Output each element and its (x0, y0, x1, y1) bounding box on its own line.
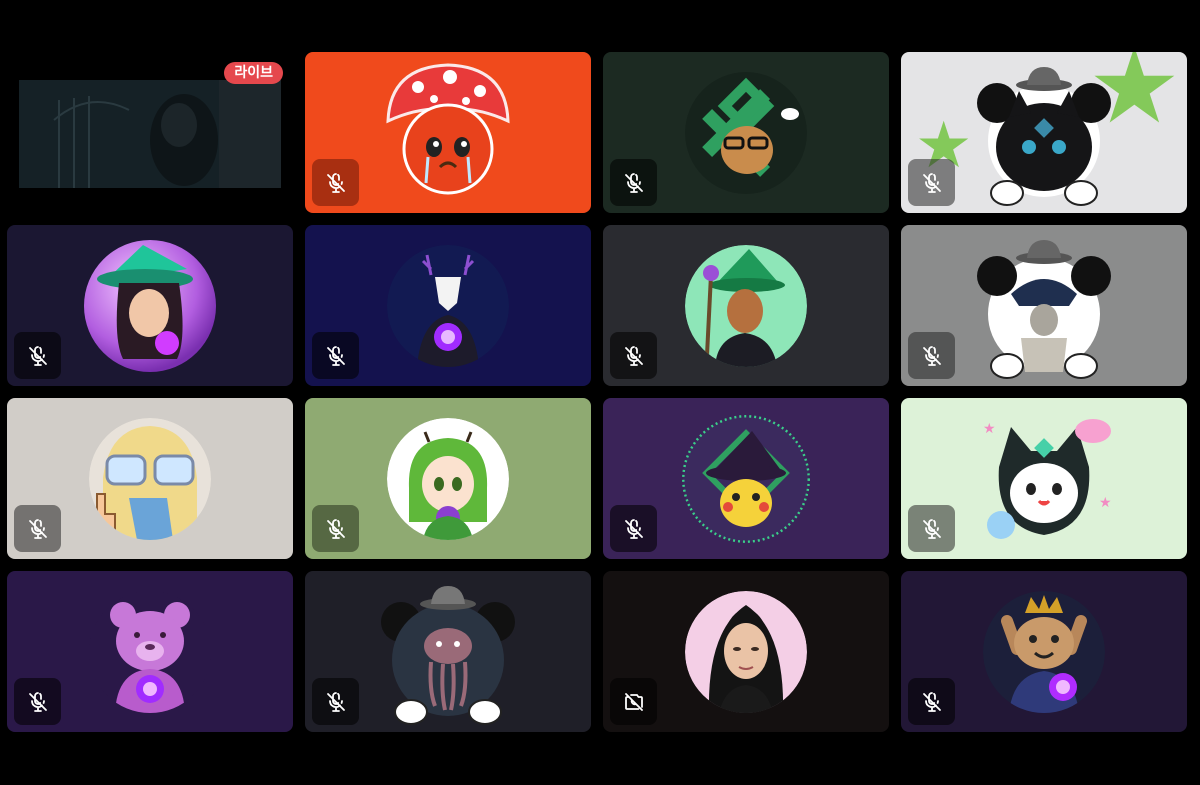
mic-muted-button[interactable] (908, 678, 955, 725)
green-hair-girl-avatar (387, 417, 509, 540)
participant-tile-14[interactable] (305, 571, 591, 732)
participant-tile-10[interactable] (305, 398, 591, 559)
jellyfish-fedora-avatar (381, 585, 515, 725)
avatar (373, 580, 523, 730)
pink-bear-avatar (89, 590, 211, 713)
mic-muted-icon (922, 518, 941, 539)
person-photo-avatar (685, 590, 807, 713)
mic-muted-button[interactable] (610, 332, 657, 379)
avatar (83, 239, 217, 373)
deer-avatar (387, 244, 509, 367)
mic-muted-button[interactable] (14, 505, 61, 552)
mic-muted-button[interactable] (312, 505, 359, 552)
mic-muted-icon (624, 172, 643, 193)
video-scene (19, 80, 281, 188)
avatar (89, 590, 211, 713)
mic-muted-icon (326, 345, 345, 366)
mic-muted-button[interactable] (14, 678, 61, 725)
star-decoration: ★ (1087, 52, 1181, 147)
mic-muted-icon (326, 691, 345, 712)
mic-muted-button[interactable] (610, 505, 657, 552)
svg-text:★: ★ (983, 421, 996, 437)
participant-tile-7[interactable] (603, 225, 889, 386)
wizard-avatar (685, 244, 807, 367)
live-video-feed (19, 80, 281, 188)
mic-muted-button[interactable] (312, 159, 359, 206)
participant-tile-2[interactable] (305, 52, 591, 213)
camera-off-icon (624, 692, 643, 711)
avatar (89, 417, 211, 540)
participant-tile-6[interactable] (305, 225, 591, 386)
cat-glasses-avatar (685, 71, 807, 194)
avatar (969, 234, 1119, 384)
mic-muted-icon (28, 345, 47, 366)
mic-muted-button[interactable] (610, 159, 657, 206)
participant-tile-1[interactable]: 라이브 (7, 52, 293, 213)
mic-muted-icon (922, 172, 941, 193)
cat-hood-avatar: ★ ★ (983, 418, 1112, 539)
participant-tile-9[interactable] (7, 398, 293, 559)
mic-muted-icon (624, 345, 643, 366)
participant-tile-3[interactable] (603, 52, 889, 213)
participant-tile-16[interactable] (901, 571, 1187, 732)
mic-muted-icon (28, 691, 47, 712)
avatar (378, 59, 518, 199)
mic-muted-button[interactable] (312, 332, 359, 379)
avatar (685, 590, 807, 713)
live-badge: 라이브 (224, 62, 283, 84)
mic-muted-button[interactable] (908, 159, 955, 206)
avatar (685, 71, 807, 194)
avatar (685, 244, 807, 367)
participant-tile-12[interactable]: ★ ★ (901, 398, 1187, 559)
participant-tile-5[interactable] (7, 225, 293, 386)
svg-text:★: ★ (1099, 495, 1112, 511)
mic-muted-icon (624, 518, 643, 539)
mic-muted-icon (326, 172, 345, 193)
participant-tile-13[interactable] (7, 571, 293, 732)
mic-muted-icon (922, 345, 941, 366)
scarecrow-fedora-avatar (977, 239, 1111, 379)
glasses-girl-avatar (89, 417, 211, 540)
participant-tile-8[interactable] (901, 225, 1187, 386)
mic-muted-button[interactable] (312, 678, 359, 725)
crowned-dog-avatar (983, 590, 1105, 713)
participant-tile-15[interactable] (603, 571, 889, 732)
avatar (983, 590, 1105, 713)
avatar: ★ ★ (969, 407, 1119, 557)
mic-muted-button[interactable] (908, 332, 955, 379)
tomato-mushroom-avatar (386, 62, 510, 194)
camera-off-button[interactable] (610, 678, 657, 725)
mic-muted-icon (28, 518, 47, 539)
pikachu-witch-avatar (682, 414, 810, 543)
avatar (682, 414, 810, 543)
avatar (387, 244, 509, 367)
mic-muted-button[interactable] (908, 505, 955, 552)
participant-tile-4[interactable]: ★ ★ (901, 52, 1187, 213)
participant-tile-11[interactable] (603, 398, 889, 559)
participant-grid: 라이브 ★ ★ ★ ★ (7, 52, 1187, 732)
mic-muted-icon (326, 518, 345, 539)
mic-muted-button[interactable] (14, 332, 61, 379)
witch-bubble-avatar (84, 239, 216, 372)
mic-muted-icon (922, 691, 941, 712)
avatar (387, 417, 509, 540)
